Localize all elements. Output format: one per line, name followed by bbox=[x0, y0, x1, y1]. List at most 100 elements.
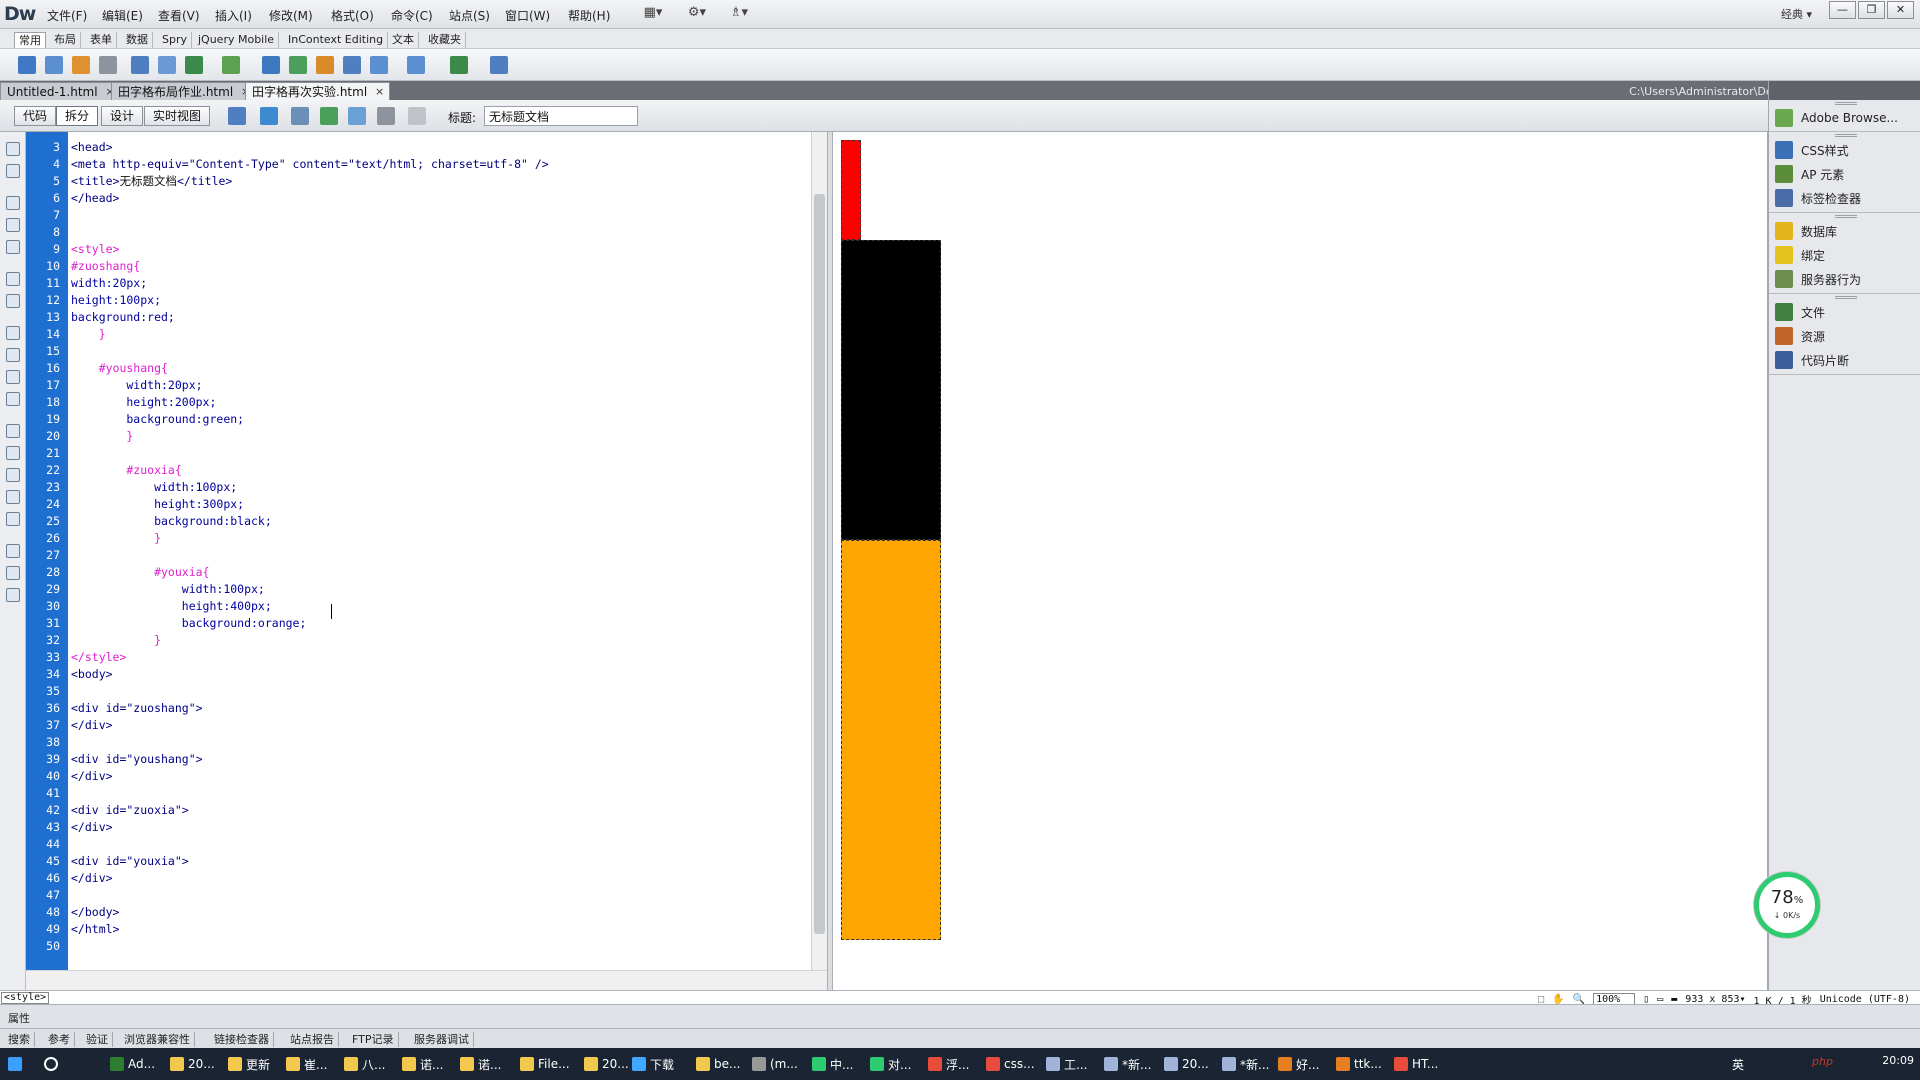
code-line[interactable]: } bbox=[71, 530, 161, 547]
w3c-validation-icon[interactable] bbox=[320, 107, 338, 125]
code-line[interactable]: <title>无标题文档</title> bbox=[71, 173, 232, 190]
code-line[interactable]: #youshang{ bbox=[71, 360, 168, 377]
results-tab-site-reports[interactable]: 站点报告 bbox=[286, 1032, 339, 1047]
tag-chooser-icon[interactable] bbox=[490, 56, 508, 74]
format-source-icon[interactable] bbox=[6, 588, 20, 602]
media-icon[interactable] bbox=[222, 56, 240, 74]
layout-menu-icon[interactable]: ▦▾ bbox=[636, 5, 670, 23]
code-line[interactable]: width:20px; bbox=[71, 377, 202, 394]
extend-menu-icon[interactable]: ⚙▾ bbox=[680, 5, 714, 23]
results-tab-search[interactable]: 搜索 bbox=[4, 1032, 35, 1047]
code-line[interactable]: </div> bbox=[71, 819, 113, 836]
balance-braces-icon[interactable] bbox=[6, 294, 20, 308]
taskbar-item[interactable]: 下载 bbox=[632, 1052, 674, 1076]
multiscreen-icon[interactable] bbox=[228, 107, 246, 125]
head-icon[interactable] bbox=[370, 56, 388, 74]
server-side-include-icon[interactable] bbox=[316, 56, 334, 74]
select-parent-tag-icon[interactable] bbox=[6, 272, 20, 286]
results-tab-ftp-log[interactable]: FTP记录 bbox=[348, 1032, 399, 1047]
code-line[interactable]: width:20px; bbox=[71, 275, 147, 292]
collapse-tag-icon[interactable] bbox=[6, 196, 20, 210]
doc-tab-grid-experiment[interactable]: 田字格再次实验.html × bbox=[245, 82, 391, 101]
results-tab-browser-compat[interactable]: 浏览器兼容性 bbox=[120, 1032, 195, 1047]
code-line[interactable]: height:200px; bbox=[71, 394, 216, 411]
code-line[interactable]: background:orange; bbox=[71, 615, 307, 632]
taskbar-item[interactable]: 20... bbox=[584, 1052, 629, 1076]
remove-comment-icon[interactable] bbox=[6, 446, 20, 460]
taskbar-item[interactable]: *新... bbox=[1222, 1052, 1269, 1076]
syntax-coloring-icon[interactable] bbox=[6, 370, 20, 384]
panel-snippets[interactable]: 代码片断 bbox=[1775, 349, 1849, 371]
recent-snippets-icon[interactable] bbox=[6, 490, 20, 504]
panel-databases[interactable]: 数据库 bbox=[1775, 220, 1837, 242]
tray-ime[interactable]: 英 bbox=[1732, 1052, 1744, 1076]
panel-ap-elements[interactable]: AP 元素 bbox=[1775, 163, 1844, 185]
taskbar-item[interactable]: HT... bbox=[1394, 1052, 1438, 1076]
table-icon[interactable] bbox=[131, 56, 149, 74]
code-line[interactable]: </body> bbox=[71, 904, 119, 921]
taskbar-item[interactable]: File... bbox=[520, 1052, 570, 1076]
minimize-button[interactable]: — bbox=[1829, 1, 1856, 19]
menu-view[interactable]: 查看(V) bbox=[158, 7, 200, 24]
templates-icon[interactable] bbox=[450, 56, 468, 74]
close-button[interactable]: ✕ bbox=[1887, 1, 1914, 19]
panel-server-behaviors[interactable]: 服务器行为 bbox=[1775, 268, 1861, 290]
close-tab-icon[interactable]: × bbox=[375, 83, 384, 101]
workspace-switcher[interactable]: 经典 ▾ bbox=[1781, 6, 1812, 22]
panel-bindings[interactable]: 绑定 bbox=[1775, 244, 1825, 266]
properties-label[interactable]: 属性 bbox=[8, 1010, 30, 1026]
code-line[interactable]: background:red; bbox=[71, 309, 175, 326]
code-line[interactable]: <style> bbox=[71, 241, 119, 258]
results-tab-link-checker[interactable]: 链接检查器 bbox=[210, 1032, 274, 1047]
panel-files[interactable]: 文件 bbox=[1775, 301, 1825, 323]
menu-modify[interactable]: 修改(M) bbox=[269, 7, 313, 24]
code-line[interactable]: <div id="youshang"> bbox=[71, 751, 203, 768]
taskbar-item[interactable]: css... bbox=[986, 1052, 1035, 1076]
show-code-navigator-icon[interactable] bbox=[6, 164, 20, 178]
network-speed-gauge[interactable]: 78% ↓ 0K/s bbox=[1754, 872, 1820, 938]
code-line[interactable]: #youxia{ bbox=[71, 564, 209, 581]
results-tab-reference[interactable]: 参考 bbox=[44, 1032, 75, 1047]
insert-tab-text[interactable]: 文本 bbox=[388, 32, 419, 48]
taskbar-clock[interactable]: 20:09 bbox=[1882, 1054, 1914, 1067]
code-line[interactable]: <body> bbox=[71, 666, 113, 683]
document-title-input[interactable] bbox=[484, 106, 638, 126]
email-link-icon[interactable] bbox=[45, 56, 63, 74]
taskbar-item[interactable]: 八... bbox=[344, 1052, 385, 1076]
results-tab-validation[interactable]: 验证 bbox=[82, 1032, 113, 1047]
menu-site[interactable]: 站点(S) bbox=[449, 7, 490, 24]
code-line[interactable]: </div> bbox=[71, 870, 113, 887]
horizontal-rule-icon[interactable] bbox=[99, 56, 117, 74]
panel-grip[interactable] bbox=[1835, 134, 1857, 137]
menu-help[interactable]: 帮助(H) bbox=[568, 7, 610, 24]
doc-tab-grid-homework[interactable]: 田字格布局作业.html × bbox=[111, 82, 257, 100]
code-line[interactable]: </head> bbox=[71, 190, 119, 207]
panel-assets[interactable]: 资源 bbox=[1775, 325, 1825, 347]
taskbar-item[interactable]: Ad... bbox=[110, 1052, 155, 1076]
menu-file[interactable]: 文件(F) bbox=[47, 7, 87, 24]
panel-tag-inspector[interactable]: 标签检查器 bbox=[1775, 187, 1861, 209]
move-css-icon[interactable] bbox=[6, 512, 20, 526]
wrap-tag-icon[interactable] bbox=[6, 468, 20, 482]
insert-tab-jquery-mobile[interactable]: jQuery Mobile bbox=[194, 32, 280, 48]
taskbar-item[interactable]: 工... bbox=[1046, 1052, 1087, 1076]
visual-aids-icon[interactable] bbox=[377, 107, 395, 125]
apply-comment-icon[interactable] bbox=[6, 424, 20, 438]
code-vertical-scrollbar[interactable] bbox=[811, 132, 827, 970]
menu-insert[interactable]: 插入(I) bbox=[215, 7, 252, 24]
insert-tab-layout[interactable]: 布局 bbox=[50, 32, 81, 48]
script-icon[interactable] bbox=[407, 56, 425, 74]
site-menu-icon[interactable]: ♗▾ bbox=[722, 5, 756, 23]
open-documents-icon[interactable] bbox=[6, 142, 20, 156]
code-line[interactable]: background:green; bbox=[71, 411, 244, 428]
insert-div-icon[interactable] bbox=[158, 56, 176, 74]
insert-tab-forms[interactable]: 表单 bbox=[86, 32, 117, 48]
scrollbar-thumb[interactable] bbox=[814, 194, 825, 934]
date-icon[interactable] bbox=[289, 56, 307, 74]
code-line[interactable]: <div id="youxia"> bbox=[71, 853, 189, 870]
widget-icon[interactable] bbox=[262, 56, 280, 74]
code-line[interactable]: <meta http-equiv="Content-Type" content=… bbox=[71, 156, 549, 173]
code-horizontal-scrollbar[interactable] bbox=[26, 970, 827, 990]
doc-tab-untitled[interactable]: Untitled-1.html × bbox=[0, 82, 121, 100]
insert-tab-spry[interactable]: Spry bbox=[158, 32, 192, 48]
